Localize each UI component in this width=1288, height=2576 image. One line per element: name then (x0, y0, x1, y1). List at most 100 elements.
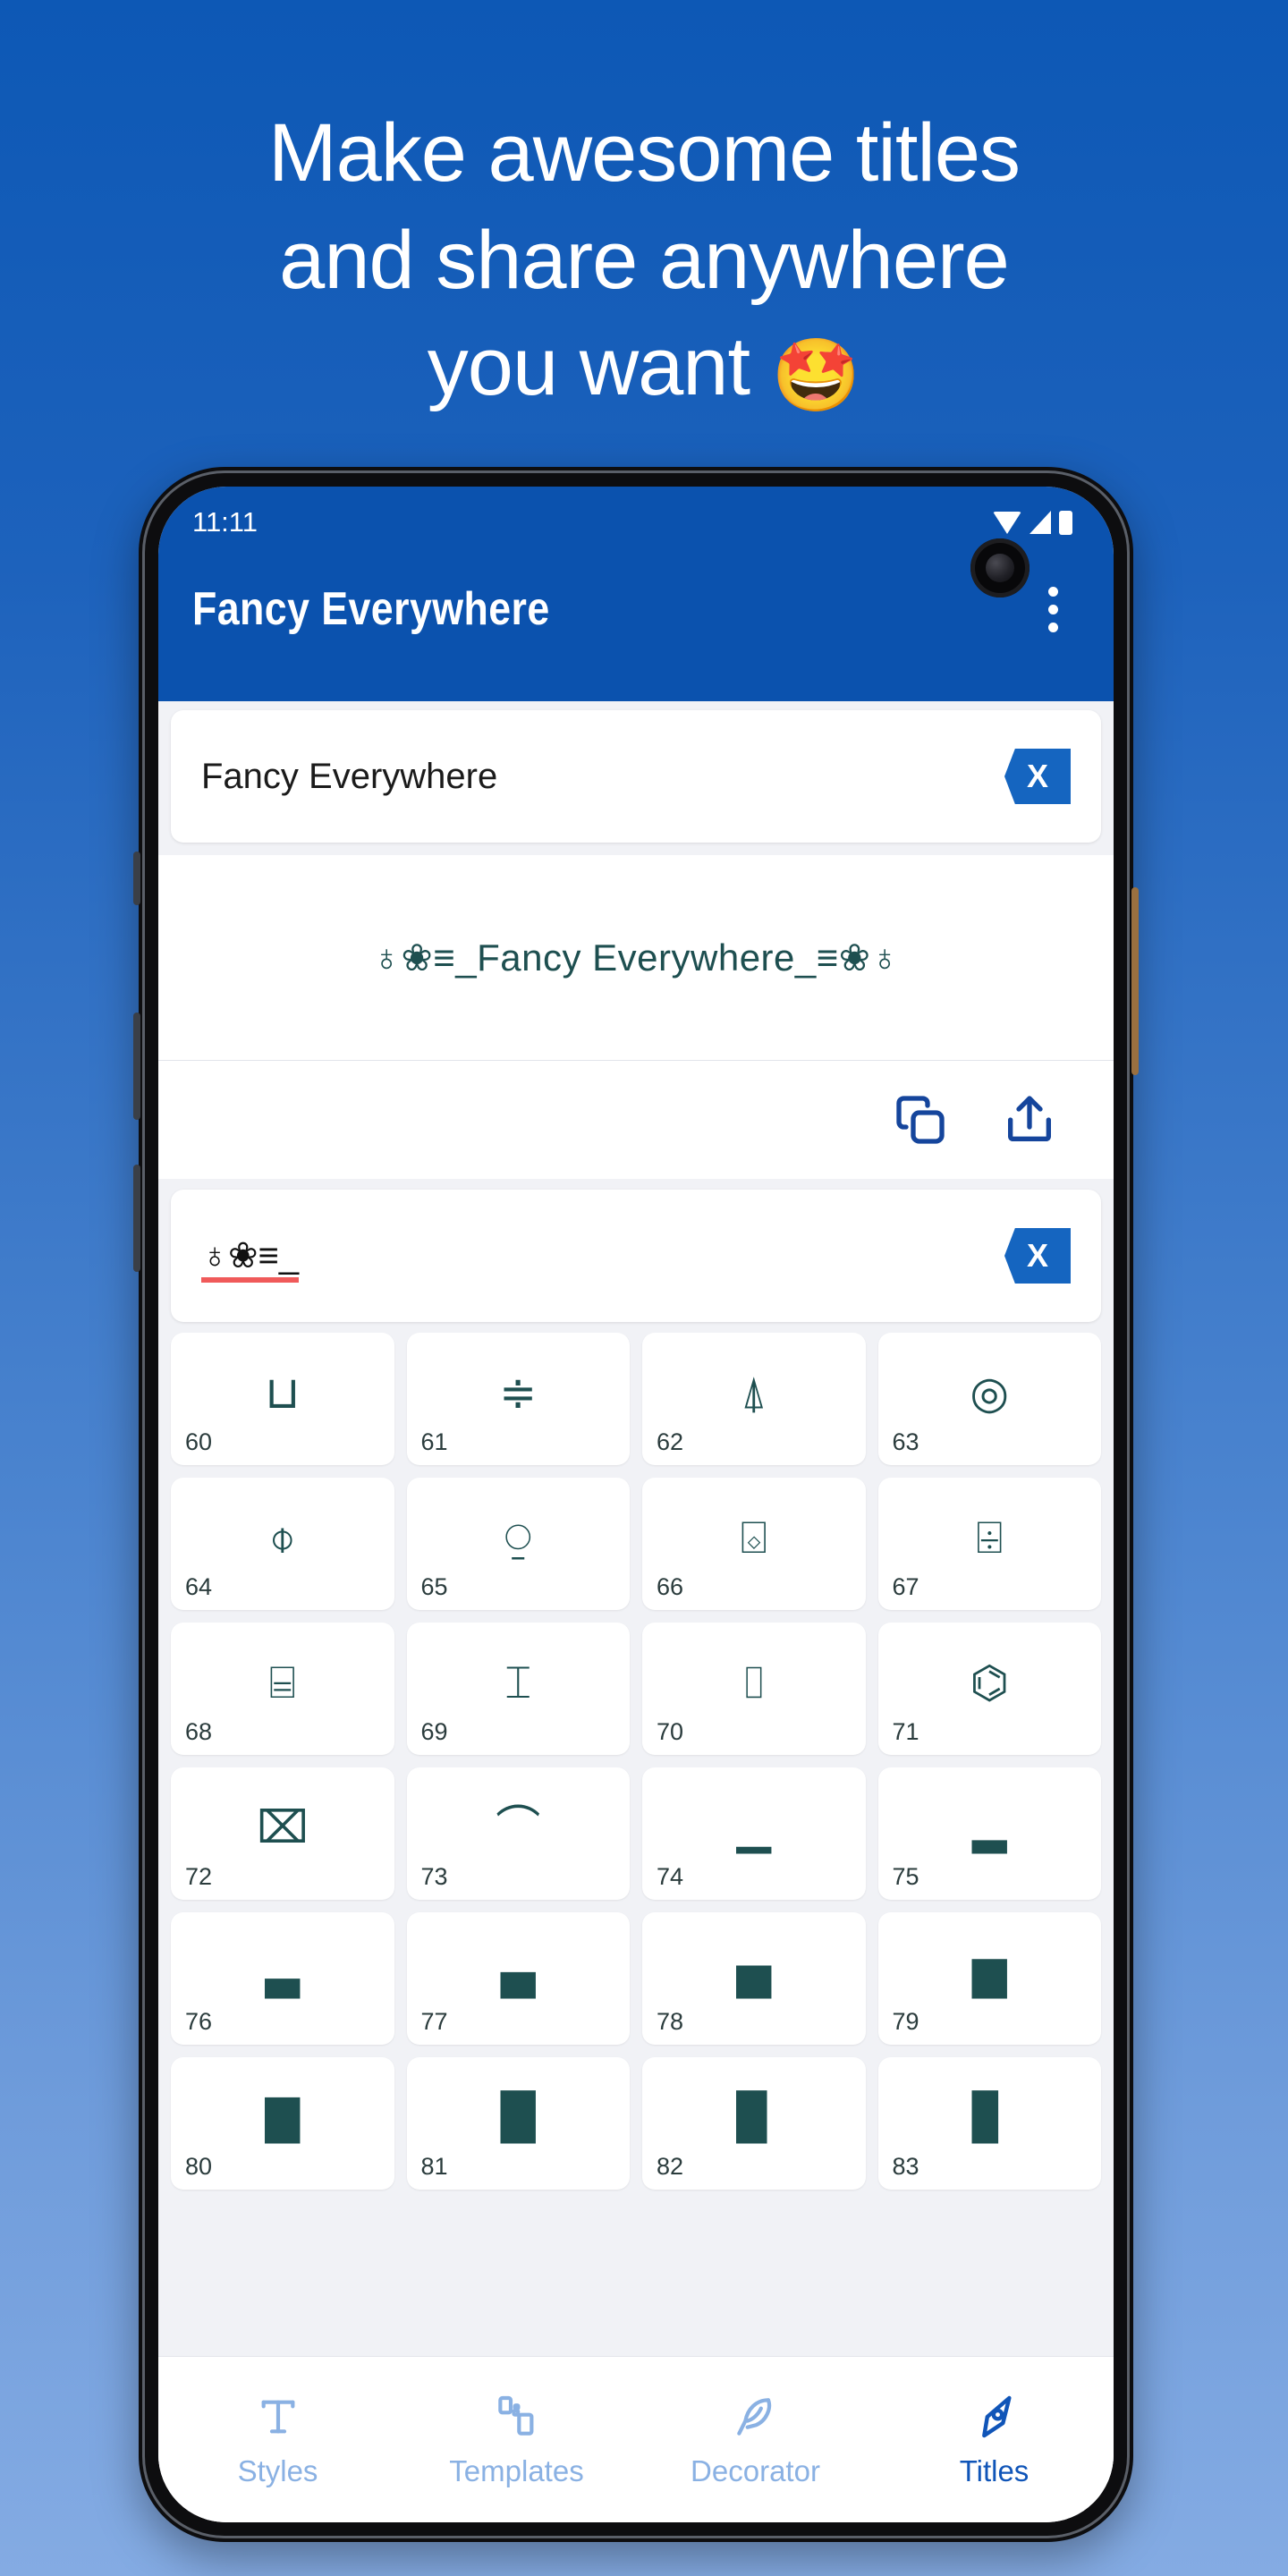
decorated-preview-card[interactable]: ♁❀≡_Fancy Everywhere_≡❀♁ (158, 855, 1114, 1061)
decorator-input-value: ♁❀≡_ (201, 1236, 300, 1283)
symbol-glyph: ▉ (736, 2091, 771, 2143)
app-bar: 11:11 Fancy Everywhere (158, 487, 1114, 701)
symbol-glyph: ▇ (265, 2091, 300, 2143)
phone-button-volume-up (133, 1013, 140, 1120)
nav-item-titles[interactable]: Titles (875, 2392, 1114, 2488)
symbol-cell[interactable]: ▊ 83 (877, 2057, 1101, 2190)
decorated-preview-text: ♁❀≡_Fancy Everywhere_≡❀♁ (372, 936, 900, 979)
headline-line-3: you want (427, 321, 750, 413)
symbol-index-label: 81 (420, 2153, 448, 2180)
symbol-glyph: ⌽ (268, 1512, 296, 1563)
title-input-card[interactable]: Fancy Everywhere X (171, 710, 1101, 843)
symbol-glyph: ⍜ (504, 1512, 532, 1563)
front-camera-punchhole (970, 538, 1030, 597)
symbol-index-label: 83 (892, 2153, 919, 2180)
title-input[interactable]: Fancy Everywhere (201, 757, 497, 797)
symbol-cell[interactable]: ⌷ 70 (642, 1623, 866, 1755)
symbol-cell[interactable]: █ 81 (406, 2057, 630, 2190)
headline-line-3-wrap: you want 🤩 (0, 314, 1288, 422)
signal-icon (1030, 511, 1051, 534)
nav-item-templates[interactable]: Templates (397, 2392, 636, 2488)
symbol-cell[interactable]: ⊔ 60 (171, 1333, 394, 1465)
symbol-index-label: 74 (657, 1863, 684, 1890)
symbol-glyph: ⌶ (504, 1657, 532, 1708)
symbol-cell[interactable]: ⌺ 66 (642, 1478, 866, 1610)
dot (1048, 586, 1058, 597)
symbol-index-label: 78 (657, 2008, 684, 2035)
symbol-index-label: 75 (892, 1863, 919, 1890)
promo-headline: Make awesome titles and share anywhere y… (0, 100, 1288, 422)
symbol-cell[interactable]: ⍋ 62 (642, 1333, 866, 1465)
battery-icon (1059, 510, 1072, 535)
clear-title-button[interactable]: X (1004, 749, 1071, 804)
status-icons (993, 510, 1080, 535)
dot (1048, 604, 1058, 614)
symbol-cell[interactable]: ▄ 77 (406, 1912, 630, 2045)
symbol-cell[interactable]: ⌬ 71 (877, 1623, 1101, 1755)
headline-line-1: Make awesome titles (268, 107, 1021, 199)
symbol-index-label: 72 (185, 1863, 213, 1890)
symbol-glyph: ⌬ (970, 1657, 1010, 1708)
page-title: Fancy Everywhere (192, 583, 550, 635)
more-vertical-icon[interactable] (1032, 576, 1074, 643)
symbol-index-label: 65 (420, 1573, 448, 1600)
status-bar: 11:11 (192, 487, 1080, 542)
symbol-cell[interactable]: ≑ 61 (406, 1333, 630, 1465)
nav-item-styles[interactable]: Styles (158, 2392, 397, 2488)
symbol-glyph: ⌹ (976, 1512, 1004, 1563)
app-body: Fancy Everywhere X ♁❀≡_Fancy Everywhere_… (158, 701, 1114, 2522)
symbol-glyph: ⌸ (268, 1657, 296, 1708)
symbol-cell[interactable]: ⌽ 64 (171, 1478, 394, 1610)
symbol-glyph: ⌒ (496, 1801, 541, 1853)
symbol-index-label: 62 (657, 1428, 684, 1455)
share-icon[interactable] (1001, 1091, 1058, 1148)
decorator-input-card[interactable]: ♁❀≡_ X (171, 1190, 1101, 1322)
symbol-cell[interactable]: ⌶ 69 (406, 1623, 630, 1755)
symbol-cell[interactable]: ⌸ 68 (171, 1623, 394, 1755)
symbol-index-label: 60 (185, 1428, 213, 1455)
symbol-glyph: ▊ (972, 2091, 1007, 2143)
symbol-glyph: ▆ (972, 1946, 1007, 1998)
symbol-cell[interactable]: ▁ 74 (642, 1767, 866, 1900)
symbol-index-label: 82 (657, 2153, 684, 2180)
symbol-index-label: 64 (185, 1573, 213, 1600)
symbol-cell[interactable]: ⍜ 65 (406, 1478, 630, 1610)
nav-item-label: Decorator (691, 2453, 820, 2487)
symbol-cell[interactable]: ⌧ 72 (171, 1767, 394, 1900)
headline-line-2: and share anywhere (279, 214, 1010, 306)
symbol-cell[interactable]: ⌒ 73 (406, 1767, 630, 1900)
nav-item-label: Titles (959, 2453, 1030, 2487)
phone-button-power (1131, 887, 1139, 1075)
symbol-cell[interactable]: ▆ 79 (877, 1912, 1101, 2045)
templates-icon (492, 2392, 542, 2442)
symbol-glyph: ⍋ (740, 1367, 767, 1419)
nav-item-decorator[interactable]: Decorator (636, 2392, 875, 2488)
decorator-input[interactable]: ♁❀≡_ (201, 1235, 300, 1283)
symbol-cell[interactable]: ▅ 78 (642, 1912, 866, 2045)
symbol-cell[interactable]: ▉ 82 (642, 2057, 866, 2190)
symbol-cell[interactable]: ◎ 63 (877, 1333, 1101, 1465)
copy-icon[interactable] (892, 1091, 949, 1148)
symbol-cell[interactable]: ▃ 76 (171, 1912, 394, 2045)
dot (1048, 622, 1058, 632)
symbol-index-label: 69 (420, 1718, 448, 1745)
pen-nib-icon (970, 2392, 1020, 2442)
symbol-cell[interactable]: ⌹ 67 (877, 1478, 1101, 1610)
symbol-cell[interactable]: ▇ 80 (171, 2057, 394, 2190)
phone-button-volume-down (133, 1165, 140, 1272)
symbol-glyph: ◎ (970, 1367, 1010, 1419)
symbol-index-label: 76 (185, 2008, 213, 2035)
status-time: 11:11 (192, 506, 258, 538)
preview-actions-row (158, 1061, 1114, 1179)
symbol-index-label: 79 (892, 2008, 919, 2035)
symbol-index-label: 68 (185, 1718, 213, 1745)
clear-decorator-button[interactable]: X (1004, 1228, 1071, 1284)
symbol-index-label: 73 (420, 1863, 448, 1890)
phone-mockup: 11:11 Fancy Everywhere Fancy Everywhere … (133, 467, 1139, 2542)
symbol-glyph: █ (501, 2091, 536, 2143)
wifi-icon (993, 511, 1021, 534)
symbol-grid-scroll[interactable]: ⊔ 60 ≑ 61 ⍋ 62 ◎ 63 ⌽ 64 ⍜ 65 ⌺ 66 ⌹ 67 ⌸ 68 ⌶ 69 ⌷ 70 ⌬ 71 ⌧ 72 ⌒… (158, 1333, 1114, 2356)
symbol-index-label: 80 (185, 2153, 213, 2180)
symbol-cell[interactable]: ▂ 75 (877, 1767, 1101, 1900)
phone-screen: 11:11 Fancy Everywhere Fancy Everywhere … (158, 487, 1114, 2522)
